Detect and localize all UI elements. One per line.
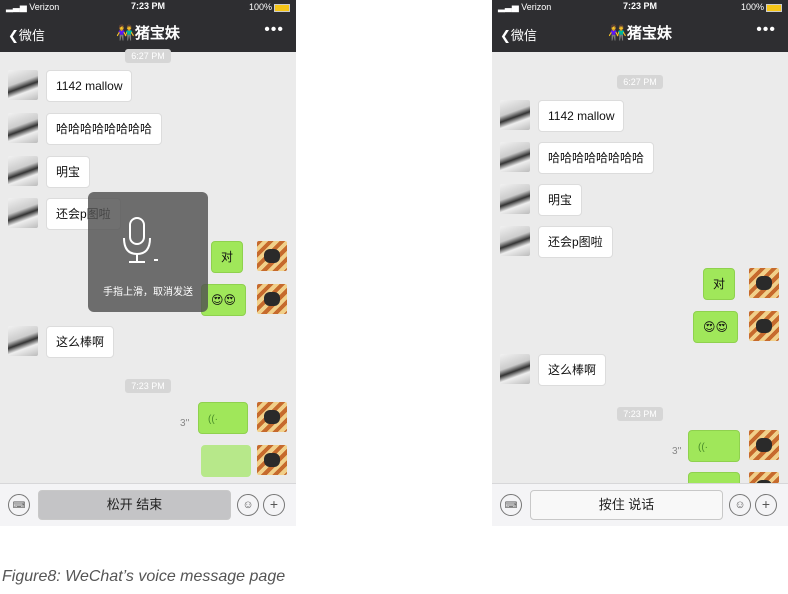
status-bar: ▂▃▅ Verizon 7:23 PM 100% <box>0 0 296 14</box>
voice-message-bubble[interactable]: ((· <box>198 402 248 434</box>
timestamp: 7:23 PM <box>492 404 788 422</box>
avatar[interactable] <box>257 241 287 271</box>
microphone-icon <box>123 217 158 263</box>
avatar[interactable] <box>500 226 530 256</box>
recording-hint: 手指上滑，取消发送 <box>103 287 193 298</box>
battery-indicator: 100% <box>249 2 290 12</box>
voice-wave-icon: ((· <box>208 414 218 425</box>
timestamp: 6:27 PM <box>0 46 296 64</box>
message-bubble[interactable]: 还会p图啦 <box>538 226 613 258</box>
recording-overlay: 手指上滑，取消发送 <box>88 192 208 312</box>
voice-duration: 3'' <box>180 418 190 429</box>
message-bubble[interactable]: 哈哈哈哈哈哈哈哈 <box>46 113 163 145</box>
more-button[interactable]: ••• <box>756 21 776 39</box>
avatar-emoji-icon: 👫 <box>116 25 135 42</box>
avatar[interactable] <box>257 445 287 475</box>
message-bubble[interactable]: 😍😍 <box>693 311 739 343</box>
voice-duration: 3'' <box>672 446 682 457</box>
message-bubble[interactable]: 明宝 <box>538 184 583 216</box>
input-bar: ⌨ 松开 结束 ☺ + <box>0 483 296 526</box>
chat-title: 👫猪宝妹 <box>608 25 672 42</box>
keyboard-icon[interactable]: ⌨ <box>500 494 522 516</box>
avatar[interactable] <box>500 100 530 130</box>
avatar[interactable] <box>500 184 530 214</box>
avatar[interactable] <box>257 402 287 432</box>
status-bar: ▂▃▅ Verizon 7:23 PM 100% <box>492 0 788 14</box>
message-bubble[interactable]: 这么棒啊 <box>46 326 115 358</box>
recording-bubble <box>201 445 251 477</box>
emoji-icon[interactable]: ☺ <box>729 494 751 516</box>
message-bubble[interactable]: 对 <box>211 241 244 273</box>
avatar[interactable] <box>8 326 38 356</box>
keyboard-icon[interactable]: ⌨ <box>8 494 30 516</box>
more-button[interactable]: ••• <box>264 21 284 39</box>
message-bubble[interactable]: 哈哈哈哈哈哈哈哈 <box>538 142 655 174</box>
emoji-icon[interactable]: ☺ <box>237 494 259 516</box>
input-bar: ⌨ 按住 说话 ☺ + <box>492 483 788 526</box>
avatar[interactable] <box>500 142 530 172</box>
timestamp: 7:23 PM <box>0 376 296 394</box>
avatar[interactable] <box>749 311 779 341</box>
nav-bar: ❮微信 👫猪宝妹 ••• <box>492 14 788 52</box>
battery-icon <box>766 3 782 12</box>
message-bubble[interactable]: 明宝 <box>46 156 91 188</box>
avatar[interactable] <box>749 430 779 460</box>
phone-screen-recording: ▂▃▅ Verizon 7:23 PM 100% ❮微信 👫猪宝妹 ••• 6:… <box>0 0 296 526</box>
message-bubble[interactable]: 对 <box>703 268 736 300</box>
avatar-emoji-icon: 👫 <box>608 25 627 42</box>
hold-to-talk-button[interactable]: 按住 说话 <box>530 490 723 520</box>
voice-message-bubble[interactable]: ((· <box>688 430 740 462</box>
avatar[interactable] <box>8 198 38 228</box>
message-bubble[interactable]: 这么棒啊 <box>538 354 607 386</box>
timestamp: 6:27 PM <box>492 72 788 90</box>
battery-icon <box>274 3 290 12</box>
avatar[interactable] <box>8 113 38 143</box>
figure-caption: Figure8: WeChat’s voice message page <box>2 568 286 585</box>
voice-wave-icon: ((· <box>698 442 708 453</box>
avatar[interactable] <box>8 70 38 100</box>
plus-icon[interactable]: + <box>263 494 285 516</box>
avatar[interactable] <box>257 284 287 314</box>
avatar[interactable] <box>8 156 38 186</box>
plus-icon[interactable]: + <box>755 494 777 516</box>
avatar[interactable] <box>500 354 530 384</box>
message-bubble[interactable]: 1142 mallow <box>46 70 133 102</box>
hold-to-talk-button[interactable]: 松开 结束 <box>38 490 231 520</box>
phone-screen-idle: ▂▃▅ Verizon 7:23 PM 100% ❮微信 👫猪宝妹 ••• 6:… <box>492 0 788 526</box>
battery-indicator: 100% <box>741 2 782 12</box>
avatar[interactable] <box>749 268 779 298</box>
chat-title: 👫猪宝妹 <box>116 25 180 42</box>
message-bubble[interactable]: 1142 mallow <box>538 100 625 132</box>
